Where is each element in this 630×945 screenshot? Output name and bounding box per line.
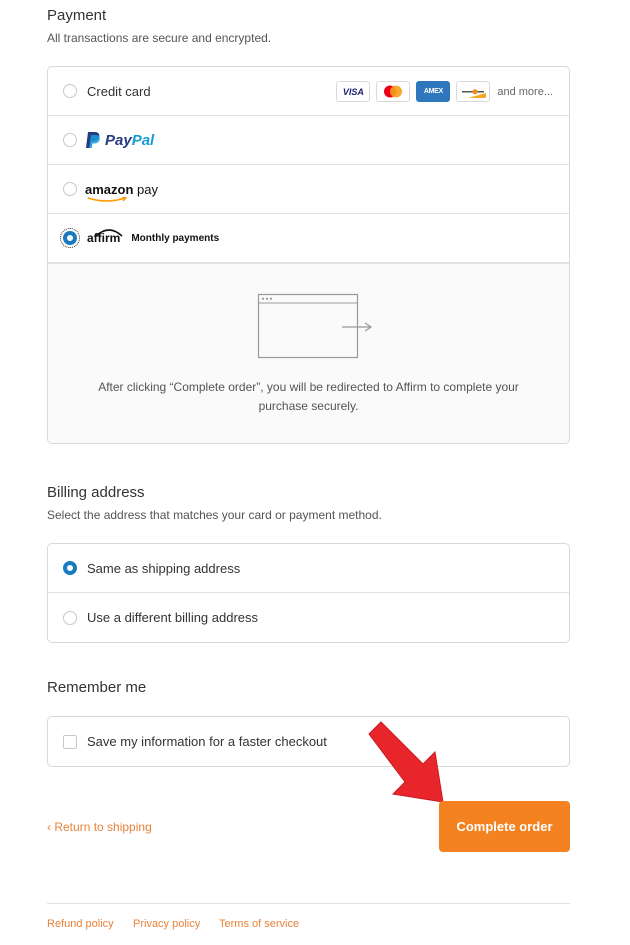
amazon-pay-radio[interactable] <box>63 182 77 196</box>
return-to-shipping-link[interactable]: ‹ Return to shipping <box>47 820 152 834</box>
different-address-label: Use a different billing address <box>87 610 259 625</box>
amex-icon: AMEX <box>416 81 451 102</box>
browser-redirect-icon <box>257 293 373 359</box>
remember-title: Remember me <box>47 679 147 696</box>
chevron-left-icon: ‹ <box>47 820 51 834</box>
paypal-logo: Pay Pal <box>85 131 154 149</box>
visa-icon: VISA <box>336 81 371 102</box>
billing-option-different[interactable]: Use a different billing address <box>48 593 569 642</box>
payment-option-paypal[interactable]: Pay Pal <box>48 116 569 165</box>
same-address-label: Same as shipping address <box>87 560 241 576</box>
remember-box: Save my information for a faster checkou… <box>47 716 570 767</box>
paypal-radio[interactable] <box>63 133 77 147</box>
save-info-label: Save my information for a faster checkou… <box>87 734 327 749</box>
footer-divider <box>47 903 570 904</box>
remember-option[interactable]: Save my information for a faster checkou… <box>48 717 569 766</box>
terms-of-service-link[interactable]: Terms of service <box>219 918 299 930</box>
payment-subtitle: All transactions are secure and encrypte… <box>47 31 272 45</box>
red-arrow-icon <box>368 721 444 803</box>
card-brands: VISA AMEX and more... <box>336 81 553 102</box>
affirm-redirect-panel: After clicking “Complete order”, you wil… <box>48 263 569 443</box>
payment-option-affirm[interactable]: affirm Monthly payments <box>48 214 569 263</box>
save-info-checkbox[interactable] <box>63 734 77 749</box>
billing-subtitle: Select the address that matches your car… <box>47 508 382 522</box>
affirm-radio[interactable] <box>60 228 80 248</box>
billing-options: Same as shipping address Use a different… <box>47 543 570 643</box>
redirect-message: After clicking “Complete order”, you wil… <box>98 380 519 413</box>
paypal-icon <box>86 132 100 148</box>
complete-order-button[interactable]: Complete order <box>439 801 570 852</box>
discover-icon <box>456 81 491 102</box>
payment-title: Payment <box>47 7 107 24</box>
different-address-radio[interactable] <box>63 610 77 625</box>
payment-methods: Credit card VISA AMEX and more... Pay Pal… <box>47 66 570 444</box>
amazon-smile-icon <box>87 196 127 202</box>
credit-card-label: Credit card <box>87 83 151 99</box>
amazon-pay-logo: amazon pay <box>85 182 158 202</box>
same-address-radio[interactable] <box>63 561 77 575</box>
mastercard-icon <box>376 81 411 102</box>
affirm-sublabel: Monthly payments <box>131 232 220 244</box>
privacy-policy-link[interactable]: Privacy policy <box>133 918 200 930</box>
payment-option-credit-card[interactable]: Credit card VISA AMEX and more... <box>48 67 569 116</box>
more-brands-label: and more... <box>497 85 553 98</box>
billing-title: Billing address <box>47 484 145 501</box>
billing-option-same[interactable]: Same as shipping address <box>48 544 569 593</box>
credit-card-radio[interactable] <box>63 84 77 98</box>
payment-option-amazon-pay[interactable]: amazon pay <box>48 165 569 214</box>
refund-policy-link[interactable]: Refund policy <box>47 918 114 930</box>
affirm-arc-icon <box>95 229 123 237</box>
